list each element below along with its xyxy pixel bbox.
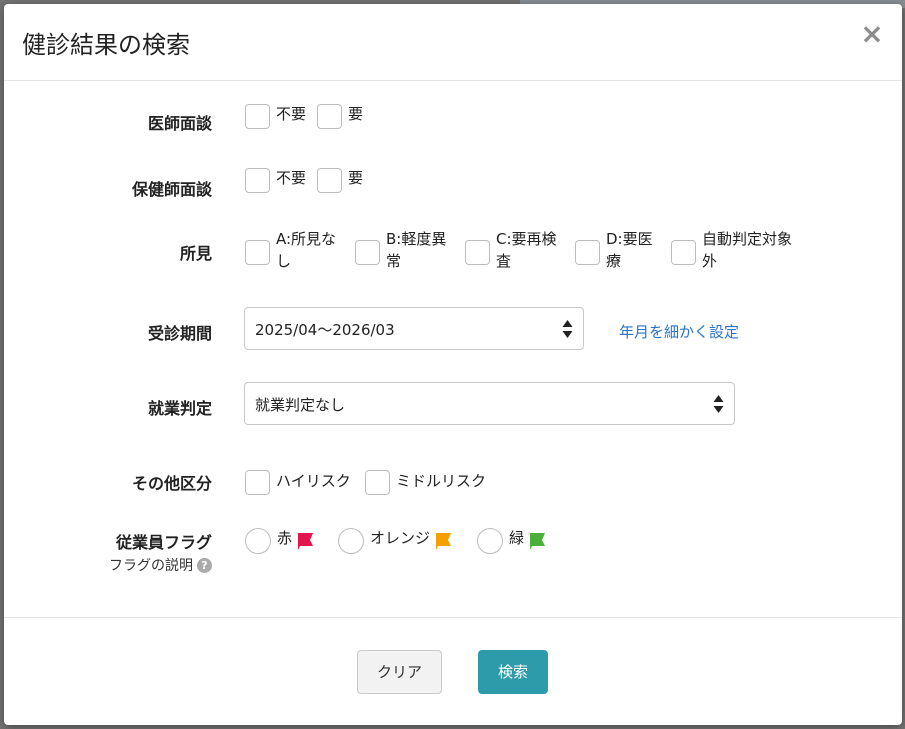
flag-help[interactable]: フラグの説明 ? bbox=[109, 555, 212, 575]
option-label: 自動判定対象外 bbox=[702, 230, 793, 270]
work-judgment-value: 就業判定なし bbox=[255, 396, 346, 414]
nurse-interview-label: 保健師面談 bbox=[131, 180, 212, 199]
flag-help-text: フラグの説明 bbox=[109, 558, 193, 574]
exam-period-label: 受診期間 bbox=[147, 324, 212, 343]
red-flag-icon bbox=[298, 533, 314, 550]
other-category-option-middle-risk[interactable]: ミドルリスク bbox=[365, 470, 486, 495]
option-label: 赤 bbox=[277, 529, 293, 547]
close-icon: × bbox=[860, 17, 884, 50]
modal-footer-divider bbox=[4, 617, 902, 618]
exam-period-value: 2025/04〜2026/03 bbox=[255, 321, 395, 339]
checkbox[interactable] bbox=[317, 104, 342, 129]
close-button[interactable]: × bbox=[860, 20, 884, 48]
doctor-interview-label: 医師面談 bbox=[147, 114, 212, 133]
fine-period-settings-link[interactable]: 年月を細かく設定 bbox=[619, 321, 739, 342]
nurse-interview-option-not-required[interactable]: 不要 bbox=[245, 168, 306, 193]
checkbox[interactable] bbox=[575, 240, 600, 265]
option-label: オレンジ bbox=[370, 529, 431, 547]
option-label: ハイリスク bbox=[276, 472, 351, 490]
option-label: A:所見なし bbox=[276, 230, 337, 270]
checkbox[interactable] bbox=[355, 240, 380, 265]
findings-option-d[interactable]: D:要医療 bbox=[575, 230, 653, 272]
option-label: 緑 bbox=[509, 529, 525, 547]
select-arrows-icon bbox=[562, 320, 573, 338]
findings-option-a[interactable]: A:所見なし bbox=[245, 230, 336, 272]
work-judgment-select[interactable]: 就業判定なし bbox=[244, 382, 735, 425]
findings-label: 所見 bbox=[179, 244, 212, 263]
option-label: 不要 bbox=[276, 105, 307, 123]
findings-option-c[interactable]: C:要再検査 bbox=[465, 230, 557, 272]
doctor-interview-option-not-required[interactable]: 不要 bbox=[245, 104, 306, 129]
employee-flag-label: 従業員フラグ bbox=[115, 533, 212, 552]
help-icon[interactable]: ? bbox=[197, 557, 212, 573]
option-label: ミドルリスク bbox=[396, 472, 487, 490]
option-label: D:要医療 bbox=[606, 230, 653, 270]
option-label: C:要再検査 bbox=[496, 230, 557, 270]
option-label: 要 bbox=[348, 105, 364, 123]
option-label: B:軽度異常 bbox=[386, 230, 447, 270]
doctor-interview-option-required[interactable]: 要 bbox=[317, 104, 363, 129]
checkbox[interactable] bbox=[671, 240, 696, 265]
radio-button[interactable] bbox=[338, 528, 364, 554]
search-button[interactable]: 検索 bbox=[478, 650, 548, 694]
nurse-interview-option-required[interactable]: 要 bbox=[317, 168, 363, 193]
checkbox[interactable] bbox=[245, 104, 270, 129]
radio-button[interactable] bbox=[245, 528, 271, 554]
option-label: 不要 bbox=[276, 169, 307, 187]
modal-header: 健診結果の検索 × bbox=[4, 4, 902, 81]
work-judgment-label: 就業判定 bbox=[147, 399, 212, 418]
option-label: 要 bbox=[348, 169, 364, 187]
other-category-option-high-risk[interactable]: ハイリスク bbox=[245, 470, 351, 495]
findings-option-b[interactable]: B:軽度異常 bbox=[355, 230, 446, 272]
employee-flag-option-green[interactable]: 緑 bbox=[477, 528, 547, 554]
checkbox[interactable] bbox=[245, 168, 270, 193]
findings-option-auto-excluded[interactable]: 自動判定対象外 bbox=[671, 230, 792, 272]
select-arrows-icon bbox=[713, 395, 724, 413]
employee-flag-option-red[interactable]: 赤 bbox=[245, 528, 315, 554]
orange-flag-icon bbox=[436, 533, 452, 550]
checkbox[interactable] bbox=[245, 240, 270, 265]
checkbox[interactable] bbox=[465, 240, 490, 265]
exam-period-select[interactable]: 2025/04〜2026/03 bbox=[244, 307, 584, 350]
checkbox[interactable] bbox=[317, 168, 342, 193]
other-category-label: その他区分 bbox=[131, 474, 212, 493]
checkbox[interactable] bbox=[245, 470, 270, 495]
modal-title: 健診結果の検索 bbox=[22, 31, 190, 59]
clear-button[interactable]: クリア bbox=[357, 650, 442, 694]
search-modal: 健診結果の検索 × 医師面談 不要 要 保健師面談 不要 要 所見 A:所見な … bbox=[4, 4, 902, 725]
radio-button[interactable] bbox=[477, 528, 503, 554]
checkbox[interactable] bbox=[365, 470, 390, 495]
employee-flag-option-orange[interactable]: オレンジ bbox=[338, 528, 453, 554]
green-flag-icon bbox=[530, 533, 546, 550]
